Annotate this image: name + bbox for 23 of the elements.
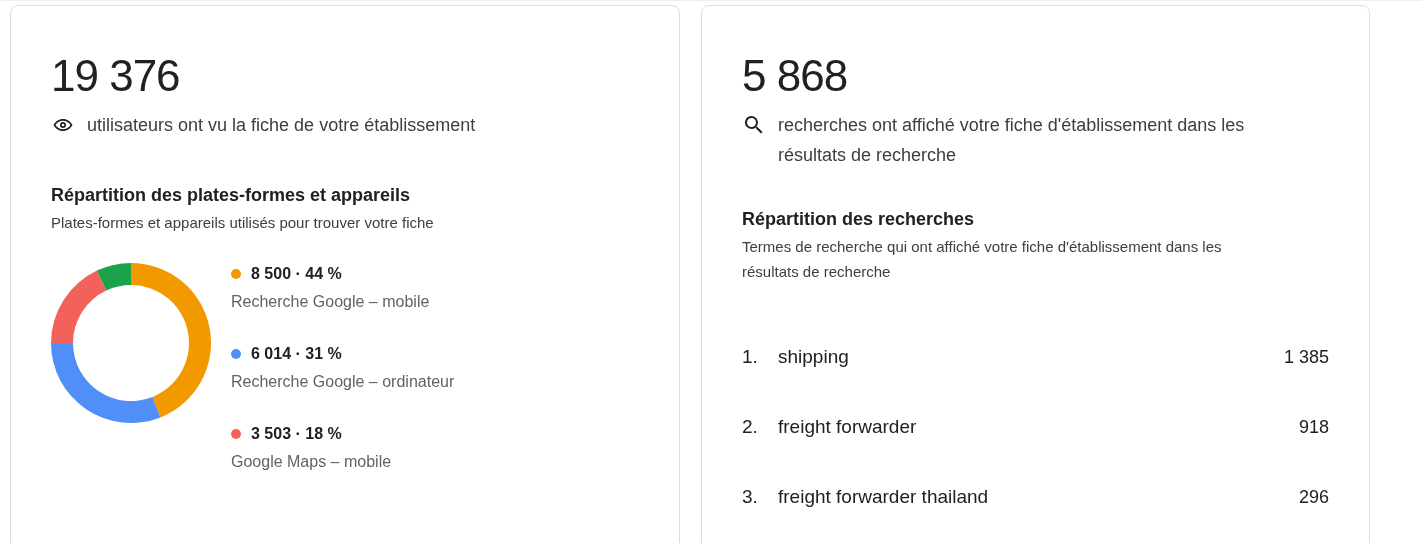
total-count: 19 376 [51, 50, 181, 102]
caption-text: utilisateurs ont vu la fiche de votre établissement [87, 114, 476, 137]
caption-text: recherches ont affiché votre fiche d'établissement dans les résultats de recherche [778, 114, 1246, 167]
rank-number: 1. [742, 345, 759, 369]
search-term: freight forwarder [778, 415, 918, 439]
legend-label: Recherche Google – ordinateur [231, 373, 455, 391]
legend-value: 8 500 · 44 % [251, 265, 342, 283]
section-description: Plates-formes et appareils utilisés pour trouver votre fiche [51, 213, 435, 233]
search-count: 1 385 [1283, 346, 1329, 369]
search-term: freight forwarder thailand [778, 485, 990, 509]
section-title: Répartition des recherches [742, 208, 976, 231]
legend-value: 6 014 · 31 % [251, 345, 342, 363]
search-count: 918 [1298, 416, 1329, 439]
legend-label: Google Maps – mobile [231, 453, 393, 471]
search-count: 296 [1298, 486, 1329, 509]
total-count: 5 868 [742, 50, 849, 102]
section-description: Termes de recherche qui ont affiché votre fiche d'établissement dans les résultats de recherche [742, 237, 1223, 282]
rank-number: 3. [742, 485, 759, 509]
legend-value: 3 503 · 18 % [251, 425, 342, 443]
search-term: shipping [778, 345, 850, 369]
rank-number: 2. [742, 415, 759, 439]
section-title: Répartition des plates-formes et appareils [51, 184, 412, 207]
legend-label: Recherche Google – mobile [231, 293, 431, 311]
